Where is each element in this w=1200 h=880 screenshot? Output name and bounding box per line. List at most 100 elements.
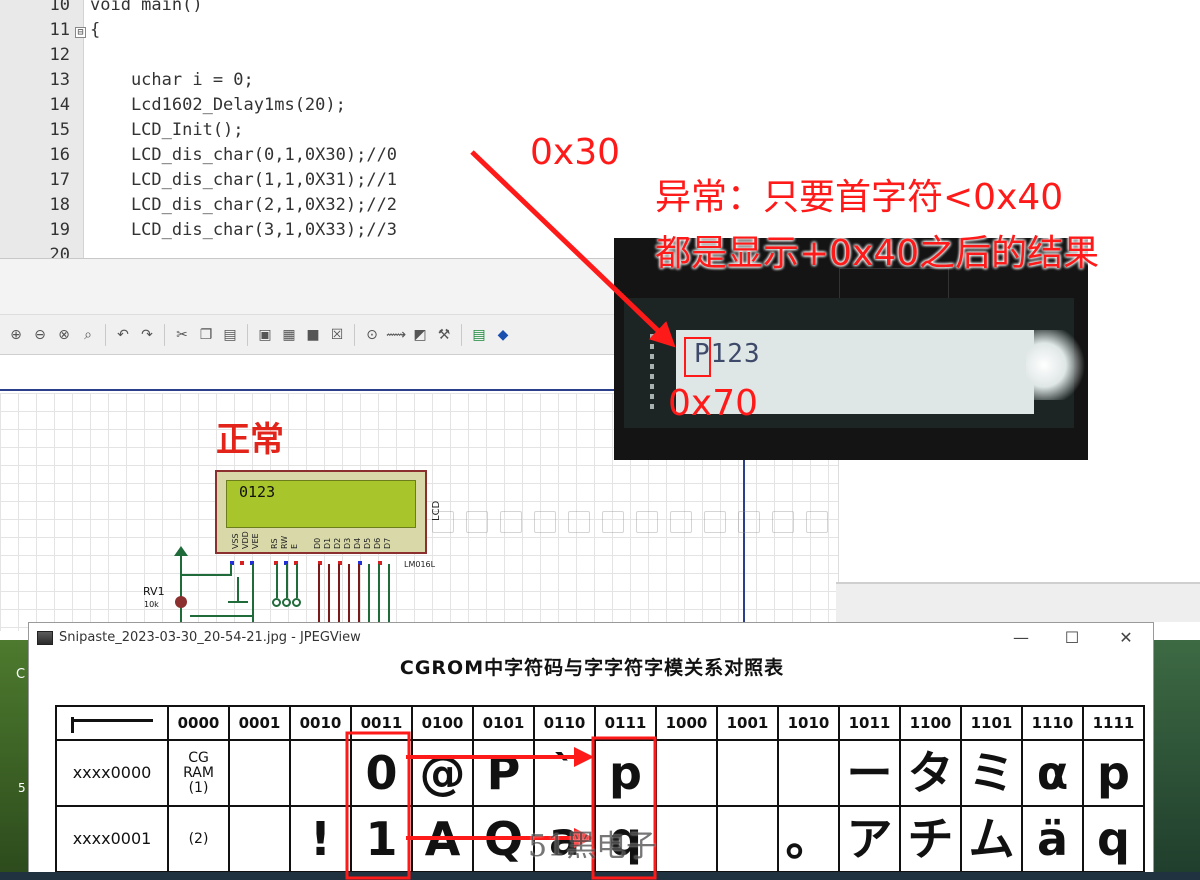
zoom-out-icon[interactable]: ⊖ bbox=[30, 325, 50, 345]
column-header: 0011 bbox=[350, 705, 413, 741]
code-editor[interactable]: ⊟ 10 11 12 13 14 15 16 17 18 19 20 void … bbox=[0, 0, 1200, 265]
paste-icon[interactable]: ▤ bbox=[220, 325, 240, 345]
block-rotate-icon[interactable]: ■ bbox=[303, 325, 323, 345]
lcd-pin-label: D1 bbox=[323, 537, 332, 549]
code-line[interactable]: LCD_dis_char(0,1,0X30);//0 bbox=[90, 143, 397, 168]
highlight-box bbox=[684, 337, 711, 377]
jpegview-titlebar[interactable]: Snipaste_2023-03-30_20-54-21.jpg - JPEGV… bbox=[29, 623, 1153, 653]
lcd-pin-label: D0 bbox=[313, 537, 322, 549]
line-number: 12 bbox=[49, 45, 70, 65]
glyph-cell: ア bbox=[838, 805, 901, 873]
line-number: 11 bbox=[49, 20, 70, 40]
arrow-icon bbox=[71, 717, 74, 733]
line-number: 10 bbox=[49, 0, 70, 15]
right-window-scrollbar[interactable] bbox=[836, 582, 1200, 622]
close-button[interactable]: ✕ bbox=[1109, 627, 1143, 649]
wire-autorouter-icon[interactable]: ▤ bbox=[469, 325, 489, 345]
column-header: 1000 bbox=[655, 705, 718, 741]
glyph-cell: q bbox=[1082, 805, 1145, 873]
lcd-model-label: LM016L bbox=[404, 560, 436, 569]
table-heading: CGROM中字符码与字字符字模关系对照表 bbox=[399, 657, 785, 679]
ghost-icon bbox=[534, 511, 556, 533]
line-number: 16 bbox=[49, 145, 70, 165]
column-header: 0101 bbox=[472, 705, 535, 741]
toolbar-separator bbox=[247, 323, 248, 346]
lcd-pin-label: D7 bbox=[383, 537, 392, 549]
code-line[interactable]: uchar i = 0; bbox=[90, 68, 254, 93]
photo-pin bbox=[650, 404, 654, 409]
decompose-icon[interactable]: ⚒ bbox=[434, 325, 454, 345]
photo-pin bbox=[650, 364, 654, 369]
power-symbol bbox=[174, 546, 188, 556]
column-header: 1100 bbox=[899, 705, 962, 741]
column-header: 1110 bbox=[1021, 705, 1084, 741]
glyph-cell: ` bbox=[533, 739, 596, 807]
code-line[interactable]: void main() bbox=[90, 0, 203, 18]
zoom-all-icon[interactable]: ⊗ bbox=[54, 325, 74, 345]
normal-annotation: 正常 bbox=[216, 420, 284, 460]
pick-device-icon[interactable]: ⊙ bbox=[362, 325, 382, 345]
code-line[interactable]: LCD_dis_char(3,1,0X33);//3 bbox=[90, 218, 397, 243]
line-number: 14 bbox=[49, 95, 70, 115]
row-header: xxxx0000 bbox=[55, 739, 169, 807]
glyph-cell: A bbox=[411, 805, 474, 873]
lcd-pin-label: VSS bbox=[231, 533, 240, 549]
toolbar-separator bbox=[354, 323, 355, 346]
glyph-cell: ー bbox=[838, 739, 901, 807]
arrow-icon bbox=[71, 719, 153, 722]
wire bbox=[180, 574, 232, 576]
column-header: 0110 bbox=[533, 705, 596, 741]
toolbar-separator bbox=[105, 323, 106, 346]
line-number: 19 bbox=[49, 220, 70, 240]
code-line[interactable]: LCD_dis_char(2,1,0X32);//2 bbox=[90, 193, 397, 218]
desktop-label: C bbox=[16, 667, 26, 682]
fold-toggle-icon[interactable]: ⊟ bbox=[75, 27, 86, 38]
column-header: 1010 bbox=[777, 705, 840, 741]
annotation-code-value: 0x30 bbox=[530, 132, 621, 173]
undo-icon[interactable]: ↶ bbox=[113, 325, 133, 345]
bus-wire bbox=[348, 564, 350, 631]
make-device-icon[interactable]: ⟿ bbox=[386, 325, 406, 345]
bus-wire bbox=[338, 564, 340, 631]
lcd-pin-label: VEE bbox=[251, 533, 260, 549]
code-line[interactable]: LCD_dis_char(1,1,0X31);//1 bbox=[90, 168, 397, 193]
ghost-icon bbox=[772, 511, 794, 533]
toolbar-separator bbox=[461, 323, 462, 346]
glyph-cell: ム bbox=[960, 805, 1023, 873]
glyph-cell bbox=[716, 739, 779, 807]
column-header: 0000 bbox=[167, 705, 230, 741]
code-line[interactable]: LCD_Init(); bbox=[90, 118, 244, 143]
rv1-value: 10k bbox=[144, 600, 159, 609]
bus-wire bbox=[358, 564, 360, 631]
netlist-icon[interactable]: ◆ bbox=[493, 325, 513, 345]
lcd-component-label: LCD bbox=[431, 500, 442, 521]
zoom-in-icon[interactable]: ⊕ bbox=[6, 325, 26, 345]
glyph-cell: CG RAM (1) bbox=[167, 739, 230, 807]
lcd-pin-label: D3 bbox=[343, 537, 352, 549]
block-move-icon[interactable]: ▦ bbox=[279, 325, 299, 345]
copy-icon[interactable]: ❐ bbox=[196, 325, 216, 345]
potentiometer-icon[interactable] bbox=[175, 596, 187, 608]
wire bbox=[180, 552, 182, 630]
column-header: 0100 bbox=[411, 705, 474, 741]
pin-marker bbox=[240, 561, 244, 565]
maximize-button[interactable]: ☐ bbox=[1055, 627, 1089, 649]
photo-pin bbox=[650, 354, 654, 359]
table-header-row: 0000 0001 0010 0011 0100 0101 0110 0111 … bbox=[55, 705, 1145, 741]
packaging-icon[interactable]: ◩ bbox=[410, 325, 430, 345]
annotation-shown-value: 0x70 bbox=[668, 383, 759, 424]
zoom-area-icon[interactable]: ⌕ bbox=[78, 325, 98, 345]
column-header: 1011 bbox=[838, 705, 901, 741]
code-line[interactable]: { bbox=[90, 18, 100, 43]
block-delete-icon[interactable]: ☒ bbox=[327, 325, 347, 345]
ghost-icon bbox=[500, 511, 522, 533]
cut-icon[interactable]: ✂ bbox=[172, 325, 192, 345]
code-line[interactable]: Lcd1602_Delay1ms(20); bbox=[90, 93, 346, 118]
minimize-button[interactable]: — bbox=[1004, 627, 1038, 649]
lcd-pin-label: D4 bbox=[353, 537, 362, 549]
redo-icon[interactable]: ↷ bbox=[137, 325, 157, 345]
ghost-icon bbox=[568, 511, 590, 533]
block-copy-icon[interactable]: ▣ bbox=[255, 325, 275, 345]
window-title: Snipaste_2023-03-30_20-54-21.jpg - JPEGV… bbox=[59, 630, 361, 645]
glyph-cell: 0 bbox=[350, 739, 413, 807]
